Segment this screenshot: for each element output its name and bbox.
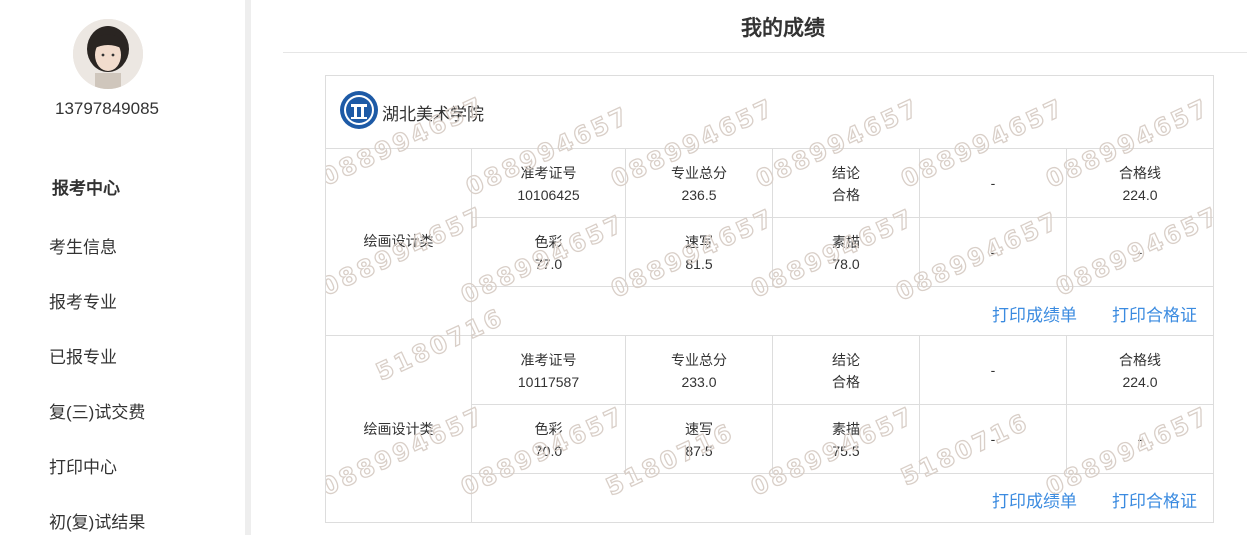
- record-2-result: 结论 合格: [773, 336, 920, 405]
- print-certificate-link[interactable]: 打印合格证: [1112, 301, 1197, 326]
- record-1-color-score: 色彩 77.0: [472, 218, 626, 287]
- record-2-exam-no: 准考证号 10117587: [472, 336, 626, 405]
- record-2-blank-1: -: [920, 405, 1067, 474]
- school-header: 湖北美术学院: [326, 76, 1213, 149]
- title-divider: [283, 52, 1247, 53]
- record-1-pass-line: 合格线 224.0: [1067, 149, 1213, 218]
- record-2-sketch-score: 速写 87.5: [626, 405, 773, 474]
- print-score-sheet-link[interactable]: 打印成绩单: [992, 301, 1077, 326]
- record-2-extra: -: [920, 336, 1067, 405]
- record-1-sketch-score: 速写 81.5: [626, 218, 773, 287]
- score-card: 湖北美术学院 绘画设计类 准考证号 10106425 专业总分 236.5 结论…: [325, 75, 1214, 523]
- record-1-category: 绘画设计类: [326, 149, 472, 336]
- page-title: 我的成绩: [741, 17, 825, 40]
- nav-item-applied-majors[interactable]: 已报专业: [49, 343, 117, 368]
- school-logo-icon: [340, 91, 378, 129]
- record-1-drawing-score: 素描 78.0: [773, 218, 920, 287]
- record-1-exam-no: 准考证号 10106425: [472, 149, 626, 218]
- school-name: 湖北美术学院: [382, 105, 484, 124]
- record-2-blank-2: -: [1067, 405, 1213, 474]
- sidebar: 13797849085 报考中心 考生信息 报考专业 已报专业 复(三)试交费 …: [0, 0, 245, 535]
- avatar[interactable]: [73, 19, 143, 89]
- nav-item-test-results[interactable]: 初(复)试结果: [49, 508, 145, 533]
- record-1-extra: -: [920, 149, 1067, 218]
- record-2-drawing-score: 素描 75.5: [773, 405, 920, 474]
- nav-item-student-info[interactable]: 考生信息: [49, 233, 117, 258]
- record-2-category: 绘画设计类: [326, 336, 472, 522]
- record-2-actions: 打印成绩单 打印合格证: [472, 474, 1213, 522]
- sidebar-divider: [245, 0, 251, 535]
- record-1-blank-2: -: [1067, 218, 1213, 287]
- user-phone: 13797849085: [54, 99, 159, 118]
- avatar-photo: [73, 19, 143, 89]
- record-2-pass-line: 合格线 224.0: [1067, 336, 1213, 405]
- record-1-total: 专业总分 236.5: [626, 149, 773, 218]
- record-1-actions: 打印成绩单 打印合格证: [472, 287, 1213, 336]
- record-2-total: 专业总分 233.0: [626, 336, 773, 405]
- print-score-sheet-link[interactable]: 打印成绩单: [992, 487, 1077, 512]
- nav-item-retest-fee[interactable]: 复(三)试交费: [49, 398, 145, 423]
- nav-item-apply-major[interactable]: 报考专业: [49, 288, 117, 313]
- nav-item-print-center[interactable]: 打印中心: [49, 453, 117, 478]
- record-2-color-score: 色彩 70.0: [472, 405, 626, 474]
- nav-heading: 报考中心: [52, 179, 120, 198]
- record-1-result: 结论 合格: [773, 149, 920, 218]
- record-1-blank-1: -: [920, 218, 1067, 287]
- print-certificate-link[interactable]: 打印合格证: [1112, 487, 1197, 512]
